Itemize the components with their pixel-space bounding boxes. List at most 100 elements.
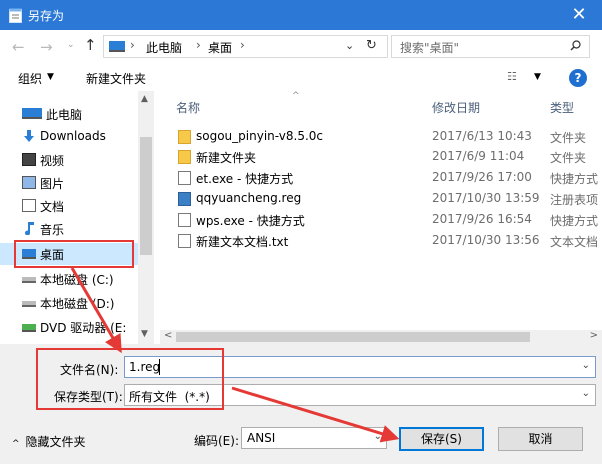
breadcrumb-this-pc[interactable]: 此电脑 [146, 39, 182, 56]
file-type: 文件夹 [550, 151, 587, 165]
scrollbar-thumb[interactable] [176, 332, 530, 342]
filename-value: 1.reg [129, 360, 161, 374]
help-icon[interactable]: ? [569, 69, 587, 87]
address-bar[interactable]: › 此电脑 › 桌面 › ⌄ ↻ [103, 35, 388, 58]
file-date: 2017/6/9 11:04 [432, 149, 525, 163]
notepad-icon [9, 8, 22, 23]
dvd-icon [22, 324, 36, 332]
save-button[interactable]: 保存(S) [399, 427, 484, 451]
chevron-down-icon[interactable]: ▼ [47, 72, 54, 82]
chevron-right-icon[interactable]: › [196, 38, 201, 52]
drive-icon [22, 301, 36, 307]
navigation-pane: 此电脑 Downloads 视频 图片 文档 音乐 桌面 本地磁盘 (C:) 本… [0, 91, 154, 344]
close-icon[interactable]: ✕ [556, 0, 602, 30]
file-date: 2017/10/30 13:56 [432, 233, 540, 247]
back-arrow-icon[interactable]: ← [12, 38, 25, 56]
download-icon [24, 130, 34, 142]
sidebar-item-drive-d[interactable]: 本地磁盘 (D:) [0, 292, 138, 314]
file-row[interactable]: wps.exe - 快捷方式 2017/9/26 16:54 快捷方式 [174, 210, 602, 230]
text-caret [159, 359, 160, 375]
search-placeholder: 搜索"桌面" [400, 41, 460, 55]
music-icon [25, 222, 34, 235]
file-row[interactable]: et.exe - 快捷方式 2017/9/26 17:00 快捷方式 [174, 168, 602, 188]
cancel-button[interactable]: 取消 [498, 427, 583, 451]
chevron-down-icon[interactable]: ⌄ [345, 39, 354, 52]
column-header-name[interactable]: 名称 [176, 99, 200, 116]
file-row[interactable]: 新建文件夹 2017/6/9 11:04 文件夹 [174, 147, 602, 167]
sidebar-item-music[interactable]: 音乐 [0, 218, 138, 240]
scroll-left-icon[interactable]: < [164, 330, 172, 341]
file-type: 文件夹 [550, 131, 587, 145]
forward-arrow-icon[interactable]: → [40, 38, 53, 56]
column-header-date[interactable]: 修改日期 [432, 99, 480, 116]
horizontal-scrollbar[interactable]: < > [160, 330, 602, 344]
encoding-value: ANSI [247, 431, 276, 445]
file-row[interactable]: qqyuancheng.reg 2017/10/30 13:59 注册表项 [174, 189, 602, 209]
hide-folders-toggle[interactable]: ^ 隐藏文件夹 [12, 433, 86, 450]
folder-icon [178, 130, 191, 144]
scroll-down-icon[interactable]: ▼ [141, 329, 148, 339]
hide-folders-label: 隐藏文件夹 [25, 435, 86, 449]
file-date: 2017/6/13 10:43 [432, 129, 532, 143]
file-date: 2017/10/30 13:59 [432, 191, 540, 205]
breadcrumb-desktop[interactable]: 桌面 [208, 39, 232, 56]
sidebar-item-documents[interactable]: 文档 [0, 195, 138, 217]
sidebar-item-dvd-e[interactable]: DVD 驱动器 (E: [0, 316, 138, 338]
file-type: 快捷方式 [550, 214, 599, 228]
chevron-down-icon[interactable]: ▼ [534, 72, 541, 82]
file-type: 快捷方式 [550, 172, 599, 186]
organize-button[interactable]: 组织 [18, 70, 42, 87]
toolbar: 组织 ▼ 新建文件夹 ☷ ▼ ? [0, 63, 602, 91]
chevron-down-icon[interactable]: ⌄ [374, 431, 382, 442]
save-form: 文件名(N): 1.reg ⌄ 保存类型(T): 所有文件 (*.*) ⌄ ^ 隐… [0, 344, 602, 464]
sidebar-item-label: DVD 驱动器 (E: [40, 321, 127, 335]
chevron-right-icon[interactable]: › [130, 38, 135, 52]
encoding-label: 编码(E): [194, 434, 239, 448]
file-name: sogou_pinyin-v8.5.0c [196, 129, 323, 143]
sidebar-item-label: 图片 [40, 177, 65, 191]
file-row[interactable]: 新建文本文档.txt 2017/10/30 13:56 文本文档 [174, 231, 602, 251]
column-header-type[interactable]: 类型 [550, 99, 574, 116]
filetype-value: 所有文件 (*.*) [129, 390, 210, 404]
chevron-right-icon[interactable]: › [240, 38, 245, 52]
up-arrow-icon[interactable]: ↑ [84, 36, 97, 54]
file-name: 新建文本文档.txt [196, 235, 289, 249]
sidebar-item-downloads[interactable]: Downloads [0, 126, 138, 148]
sidebar-item-label: Downloads [40, 129, 106, 143]
sidebar-scrollbar[interactable]: ▲ ▼ [138, 91, 154, 344]
chevron-down-icon[interactable]: ⌄ [582, 360, 590, 371]
sidebar-item-desktop[interactable]: 桌面 [0, 243, 138, 265]
desktop-icon [22, 249, 36, 259]
window-title: 另存为 [28, 9, 65, 23]
encoding-select[interactable]: ANSI ⌄ [241, 427, 387, 449]
sidebar-item-label: 音乐 [40, 223, 65, 237]
sidebar-item-drive-c[interactable]: 本地磁盘 (C:) [0, 268, 138, 290]
filename-field[interactable]: 1.reg ⌄ [124, 356, 596, 378]
new-folder-button[interactable]: 新建文件夹 [86, 70, 146, 87]
search-input[interactable]: 搜索"桌面" [391, 35, 590, 58]
drive-icon [22, 277, 36, 283]
filetype-select[interactable]: 所有文件 (*.*) ⌄ [124, 384, 596, 406]
sort-ascending-icon: ^ [292, 91, 300, 101]
chevron-down-icon[interactable]: ⌄ [582, 388, 590, 399]
file-date: 2017/9/26 16:54 [432, 212, 532, 226]
computer-icon [22, 108, 42, 119]
recent-locations-icon[interactable]: ⌄ [67, 40, 75, 50]
address-row: ← → ⌄ ↑ › 此电脑 › 桌面 › ⌄ ↻ 搜索"桌面" [0, 30, 602, 63]
document-icon [22, 199, 36, 212]
view-options-icon[interactable]: ☷ [507, 70, 517, 83]
sidebar-item-pictures[interactable]: 图片 [0, 172, 138, 194]
file-row[interactable]: sogou_pinyin-v8.5.0c 2017/6/13 10:43 文件夹 [174, 127, 602, 147]
file-name: et.exe - 快捷方式 [196, 172, 294, 186]
folder-icon [178, 150, 191, 164]
scroll-right-icon[interactable]: > [590, 330, 598, 341]
scrollbar-thumb[interactable] [140, 137, 152, 255]
sidebar-item-label: 此电脑 [46, 108, 83, 122]
sidebar-item-this-pc[interactable]: 此电脑 [0, 103, 138, 125]
file-date: 2017/9/26 17:00 [432, 170, 532, 184]
refresh-icon[interactable]: ↻ [366, 38, 377, 53]
sidebar-item-label: 视频 [40, 154, 65, 168]
scroll-up-icon[interactable]: ▲ [141, 94, 148, 104]
sidebar-item-videos[interactable]: 视频 [0, 149, 138, 171]
search-icon[interactable] [570, 40, 581, 51]
